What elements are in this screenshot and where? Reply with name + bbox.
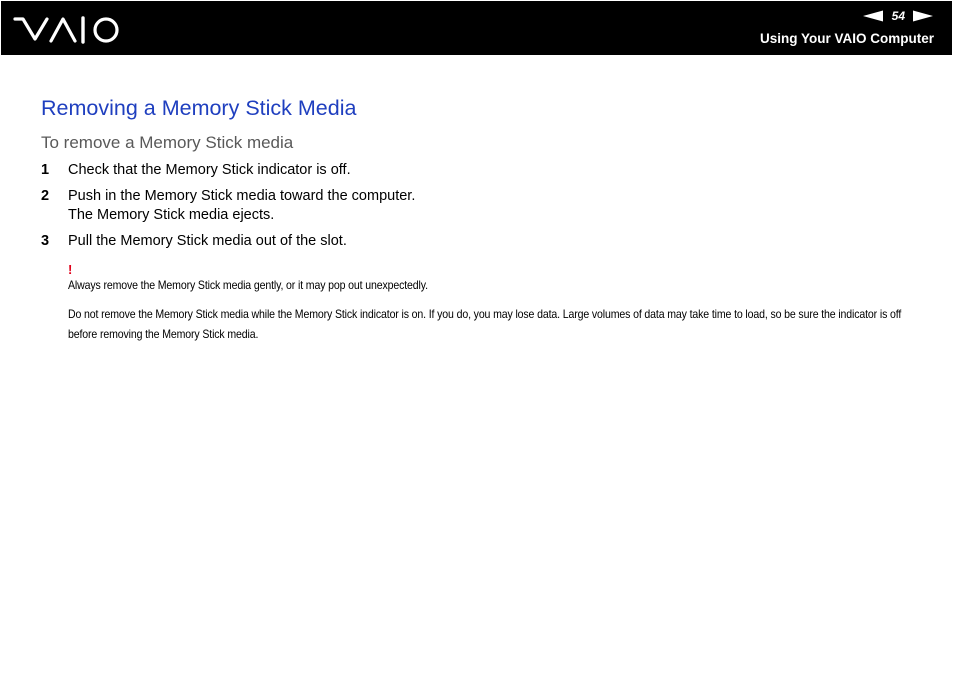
section-title: Using Your VAIO Computer — [759, 31, 934, 46]
caution-note-detail: Do not remove the Memory Stick media whi… — [68, 307, 902, 341]
step-number: 3 — [41, 233, 50, 249]
previous-page-icon[interactable] — [862, 10, 884, 22]
page-number: 54 — [891, 9, 905, 23]
page-navigation: 54 — [862, 7, 934, 25]
step-number: 1 — [41, 162, 50, 178]
step-text: Push in the Memory Stick media toward th… — [68, 188, 416, 204]
step-text: Pull the Memory Stick media out of the s… — [68, 233, 347, 249]
step-result: The Memory Stick media ejects. — [68, 207, 275, 223]
caution-note: Always remove the Memory Stick media gen… — [68, 278, 428, 292]
header-bar: 54 Using Your VAIO Computer — [1, 1, 952, 55]
manual-page: 54 Using Your VAIO Computer Removing a M… — [0, 0, 954, 674]
procedure-heading: To remove a Memory Stick media — [41, 133, 294, 152]
page-title: Removing a Memory Stick Media — [41, 96, 357, 120]
step-text: Check that the Memory Stick indicator is… — [68, 162, 351, 178]
vaio-logo — [13, 16, 119, 44]
step-number: 2 — [41, 188, 50, 204]
next-page-icon[interactable] — [912, 10, 934, 22]
